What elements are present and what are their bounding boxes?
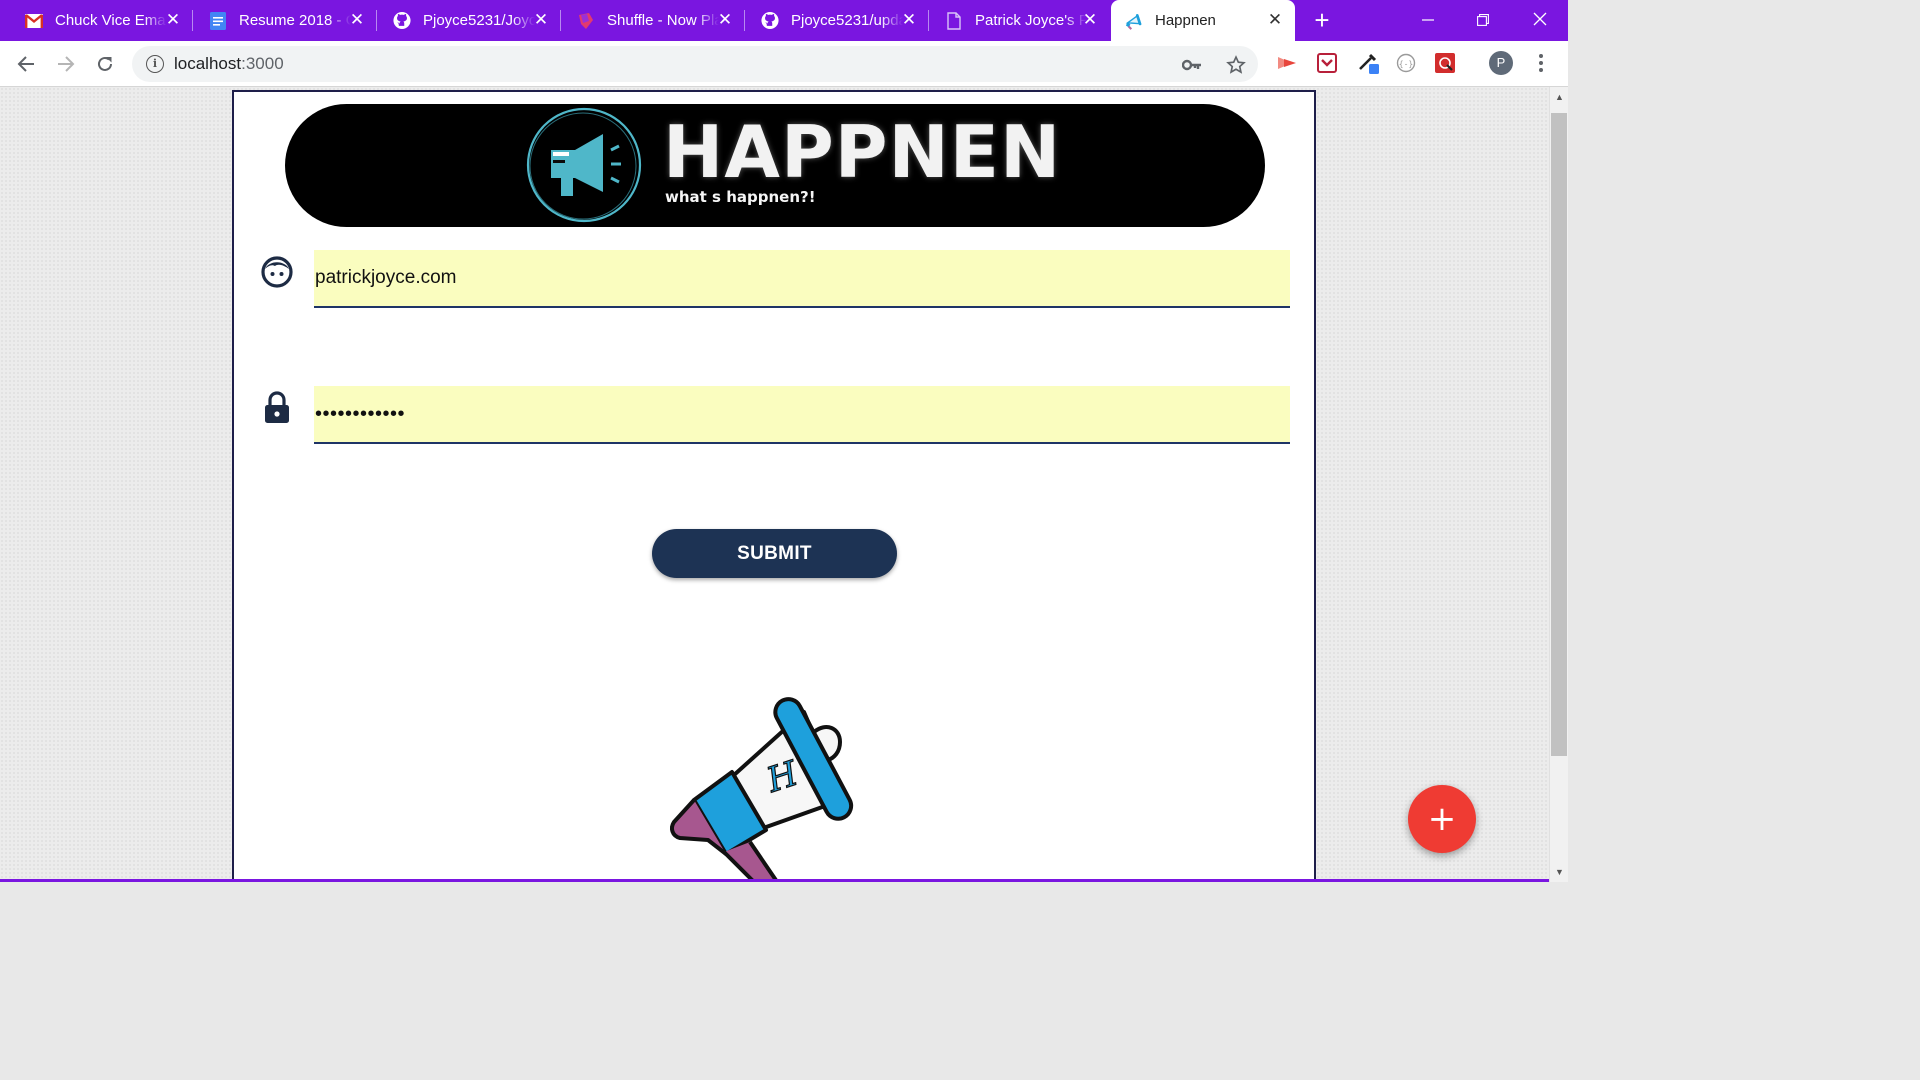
tab-strip: Chuck Vice Email ✕ Resume 2018 - Google … <box>0 0 1568 41</box>
tab-happnen[interactable]: Happnen ✕ <box>1111 0 1295 41</box>
username-field[interactable] <box>314 250 1290 308</box>
submit-button[interactable]: SUBMIT <box>652 529 897 578</box>
scroll-thumb[interactable] <box>1551 113 1567 756</box>
close-tab-icon[interactable]: ✕ <box>349 11 365 28</box>
window-bottom-border <box>0 879 1549 882</box>
info-icon[interactable]: i <box>146 55 164 73</box>
forward-arrow-icon[interactable] <box>53 51 79 77</box>
close-tab-icon[interactable]: ✕ <box>1267 11 1283 28</box>
megaphone-logo-icon <box>526 107 642 223</box>
document-icon <box>945 11 963 30</box>
vertical-scrollbar[interactable]: ▲ ▼ <box>1549 87 1568 882</box>
back-arrow-icon[interactable] <box>13 51 39 77</box>
megaphone-icon <box>1125 12 1143 30</box>
cast-extension-icon[interactable] <box>1275 51 1299 75</box>
new-tab-button[interactable]: + <box>1309 7 1335 34</box>
tab-chuck-vice-email[interactable]: Chuck Vice Email ✕ <box>0 0 193 41</box>
tab-title: Happnen <box>1155 12 1216 29</box>
pocket-extension-icon[interactable] <box>1315 51 1339 75</box>
close-tab-icon[interactable]: ✕ <box>533 11 549 28</box>
more-menu-icon[interactable] <box>1529 51 1553 75</box>
megaphone-illustration: H <box>670 697 854 882</box>
url-text: localhost:3000 <box>174 54 284 74</box>
tab-title: Pjoyce5231/Joyce <box>423 12 535 29</box>
scroll-down-arrow-icon[interactable]: ▼ <box>1550 864 1569 880</box>
google-docs-icon <box>209 11 227 30</box>
tab-title: Patrick Joyce's Portfolio <box>975 12 1087 29</box>
scroll-up-arrow-icon[interactable]: ▲ <box>1550 89 1569 105</box>
close-tab-icon[interactable]: ✕ <box>1082 11 1098 28</box>
key-icon[interactable] <box>1181 54 1203 76</box>
close-window-icon[interactable] <box>1525 6 1555 34</box>
tab-shuffle-now-playing[interactable]: Shuffle - Now Playing ✕ <box>552 0 745 41</box>
close-tab-icon[interactable]: ✕ <box>165 11 181 28</box>
close-tab-icon[interactable]: ✕ <box>901 11 917 28</box>
tab-title: Shuffle - Now Playing <box>607 12 719 29</box>
brand-title: HAPPNEN <box>663 110 1062 194</box>
page-viewport: HAPPNEN what s happnen?! SUBMIT H <box>0 87 1549 882</box>
minimize-icon[interactable] <box>1413 6 1443 34</box>
github-icon <box>761 11 779 30</box>
svg-text:{-}: {-} <box>1399 60 1413 69</box>
gmail-icon <box>25 12 43 30</box>
profile-avatar[interactable]: P <box>1489 51 1513 75</box>
browser-toolbar: i localhost:3000 {-} P <box>0 41 1568 87</box>
password-field[interactable] <box>314 386 1290 444</box>
reload-icon[interactable] <box>92 51 118 77</box>
tab-title: Chuck Vice Email <box>55 12 167 29</box>
shuffle-icon <box>577 12 595 30</box>
brand-banner: HAPPNEN what s happnen?! <box>285 104 1265 227</box>
profile-initial: P <box>1489 51 1513 75</box>
json-viewer-extension-icon[interactable]: {-} <box>1394 51 1418 75</box>
tab-github-joyce[interactable]: Pjoyce5231/Joyce ✕ <box>368 0 561 41</box>
tab-resume-2018[interactable]: Resume 2018 - Google Docs ✕ <box>184 0 377 41</box>
url-host: localhost <box>174 54 242 73</box>
github-icon <box>393 11 411 30</box>
user-face-icon <box>260 255 294 289</box>
close-tab-icon[interactable]: ✕ <box>717 11 733 28</box>
url-port: :3000 <box>241 54 284 73</box>
restore-icon[interactable] <box>1468 6 1498 34</box>
tab-github-update[interactable]: Pjoyce5231/update ✕ <box>736 0 929 41</box>
add-fab-button[interactable]: + <box>1408 785 1476 853</box>
tab-patrick-joyce-portfolio[interactable]: Patrick Joyce's Portfolio ✕ <box>920 0 1110 41</box>
red-extension-icon[interactable] <box>1433 51 1457 75</box>
tab-title: Resume 2018 - Google Docs <box>239 12 351 29</box>
login-card: HAPPNEN what s happnen?! SUBMIT H <box>232 90 1316 882</box>
tab-title: Pjoyce5231/update <box>791 12 903 29</box>
color-picker-extension-icon[interactable] <box>1356 51 1380 75</box>
brand-tagline: what s happnen?! <box>665 188 816 206</box>
lock-icon <box>260 390 294 424</box>
bookmark-star-icon[interactable] <box>1225 54 1247 76</box>
address-bar[interactable]: i localhost:3000 <box>132 46 1258 82</box>
